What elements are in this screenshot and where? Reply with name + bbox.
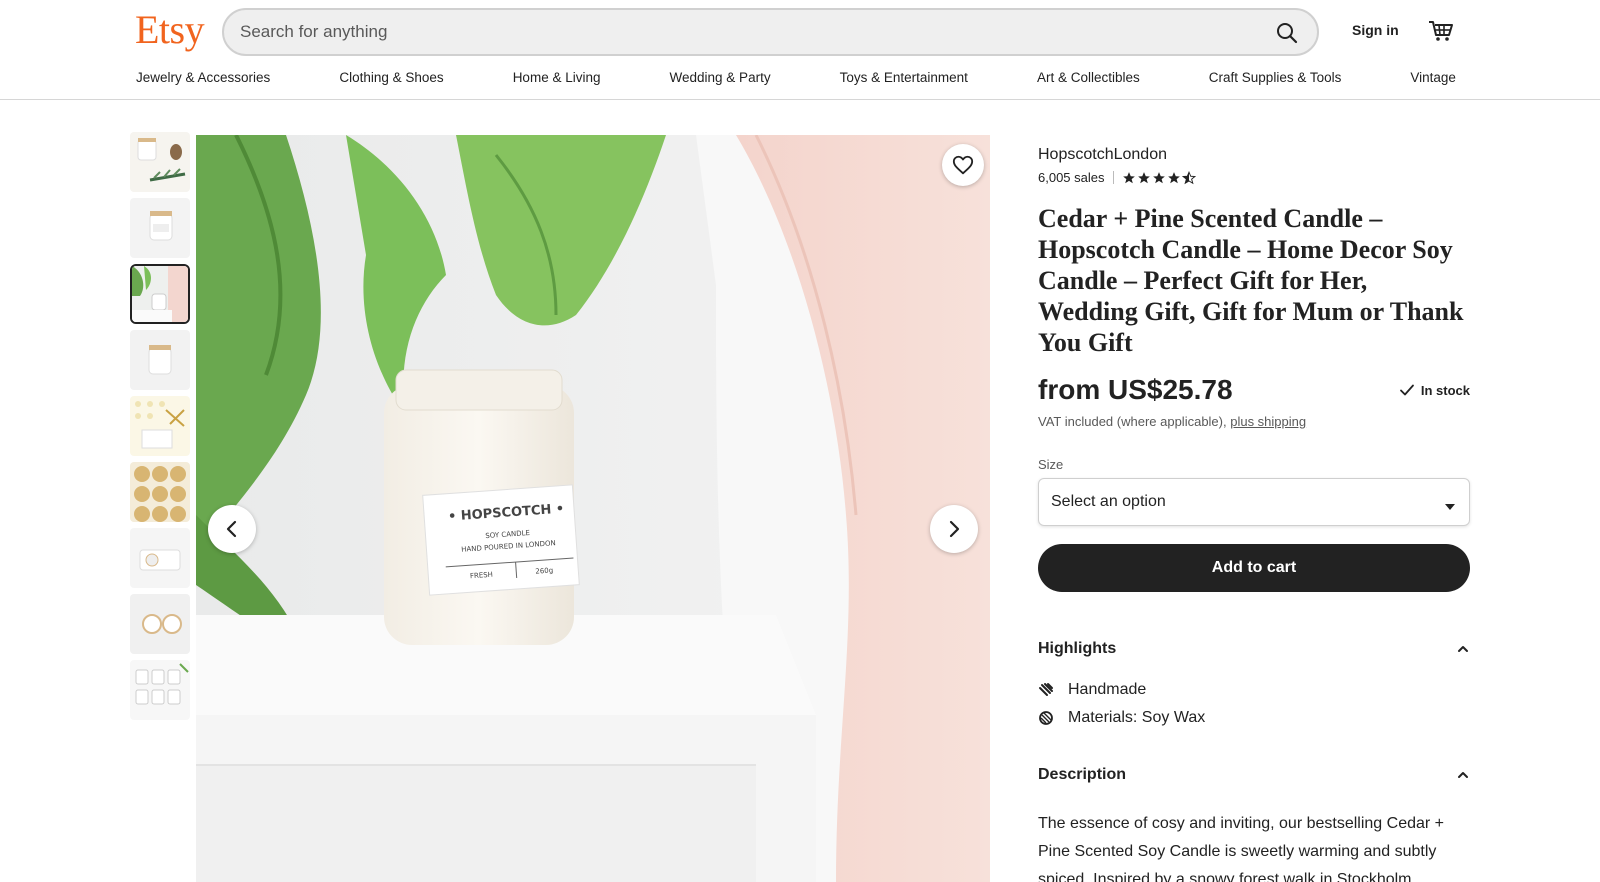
vat-text: VAT included (where applicable), [1038,414,1231,429]
caret-down-icon [1445,498,1455,516]
listing-title: Cedar + Pine Scented Candle – Hopscotch … [1038,204,1464,357]
nav-art[interactable]: Art & Collectibles [1037,70,1140,90]
jar-label-weight: 260g [535,566,553,575]
listing-details: HopscotchLondon 6,005 sales Cedar + Pine… [1038,146,1470,882]
sales-rating-row: 6,005 sales [1038,170,1470,185]
highlights-list: Handmade Materials: Soy Wax [1038,676,1470,732]
thumbnail-strip [130,132,190,726]
sales-count: 6,005 sales [1038,170,1105,185]
thumbnail-active[interactable] [130,264,190,324]
hand-icon [1039,683,1053,696]
search-icon[interactable] [1273,19,1301,47]
category-nav: Jewelry & Accessories Clothing & Shoes H… [136,70,1456,90]
size-label: Size [1038,457,1064,472]
nav-home-living[interactable]: Home & Living [513,70,601,90]
chevron-up-icon [1458,772,1468,778]
price-row: from US$25.78 In stock [1038,374,1470,406]
description-text: The essence of cosy and inviting, our be… [1038,815,1445,882]
previous-image-chevron-left-icon[interactable] [208,505,256,553]
description-title: Description [1038,766,1127,783]
description-toggle[interactable]: Description [1038,766,1470,784]
thumbnail[interactable] [130,462,190,522]
vat-note: VAT included (where applicable), plus sh… [1038,414,1470,429]
sign-in-button[interactable]: Sign in [1352,22,1399,38]
nav-jewelry[interactable]: Jewelry & Accessories [136,70,270,90]
thumbnail[interactable] [130,198,190,258]
main-product-image: • HOPSCOTCH • SOY CANDLE HAND POURED IN … [196,135,990,882]
chevron-up-icon [1458,646,1468,652]
nav-vintage[interactable]: Vintage [1410,70,1456,90]
star-icon [1152,171,1165,183]
divider [1112,171,1114,184]
size-select[interactable]: Select an option [1038,478,1470,526]
nav-clothing[interactable]: Clothing & Shoes [339,70,443,90]
shop-name-link[interactable]: HopscotchLondon [1038,146,1470,164]
yarn-materials-icon [1039,711,1053,725]
nav-craft[interactable]: Craft Supplies & Tools [1209,70,1342,90]
cart-icon[interactable] [1427,17,1455,45]
checkmark-icon [1399,384,1414,396]
star-icon [1167,171,1180,183]
thumbnail[interactable] [130,660,190,720]
thumbnail[interactable] [130,396,190,456]
size-select-value: Select an option [1051,493,1166,510]
thumbnail[interactable] [130,132,190,192]
highlight-item: Handmade [1038,676,1470,704]
thumbnail[interactable] [130,528,190,588]
site-header: Etsy Sign in Jewelry & Accessories Cloth… [0,0,1600,100]
listing-price: from US$25.78 [1038,374,1233,405]
star-rating[interactable] [1122,170,1196,185]
jar-label-scent: FRESH [470,571,494,581]
highlights-title: Highlights [1038,640,1117,657]
highlight-label: Materials: Soy Wax [1068,709,1206,726]
highlight-item: Materials: Soy Wax [1038,704,1470,732]
thumbnail[interactable] [130,330,190,390]
etsy-logo[interactable]: Etsy [135,6,205,53]
shipping-link[interactable]: plus shipping [1230,414,1306,429]
nav-toys[interactable]: Toys & Entertainment [840,70,968,90]
next-image-chevron-right-icon[interactable] [930,505,978,553]
highlight-label: Handmade [1068,681,1147,698]
nav-wedding[interactable]: Wedding & Party [670,70,771,90]
stock-status: In stock [1399,382,1470,398]
star-icon [1137,171,1150,183]
stock-label: In stock [1420,382,1470,398]
favorite-heart-icon[interactable] [942,144,984,186]
search-input[interactable] [240,20,1220,44]
highlights-toggle[interactable]: Highlights [1038,640,1470,658]
half-star-icon [1181,170,1196,184]
search-bar [222,8,1319,56]
thumbnail[interactable] [130,594,190,654]
star-icon [1122,171,1135,183]
add-to-cart-button[interactable]: Add to cart [1038,544,1470,592]
